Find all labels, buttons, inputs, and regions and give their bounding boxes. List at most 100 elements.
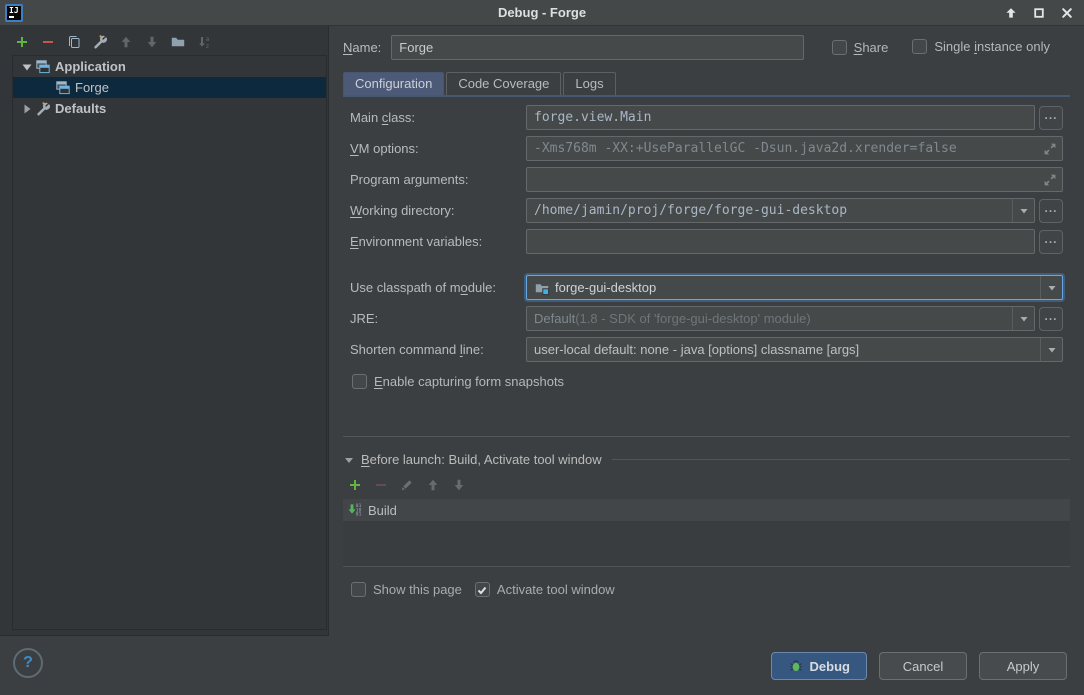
working-directory-browse-button[interactable]: ... [1039,199,1063,223]
single-instance-checkbox[interactable]: Single instance only [912,39,1050,54]
jre-combobox[interactable]: Default (1.8 - SDK of 'forge-gui-desktop… [526,306,1035,331]
combo-arrow-icon [1047,283,1057,293]
expanded-arrow-icon [19,59,35,75]
wrench-icon [92,34,108,50]
name-row: Name: Share Single instance only [343,35,1070,60]
tree-item-defaults[interactable]: Defaults [13,98,326,119]
jre-value: Default [534,311,575,326]
collapse-arrow-icon[interactable] [343,454,355,466]
use-classpath-dropdown-arrow[interactable] [1040,276,1062,299]
environment-variables-browse-button[interactable]: ... [1039,230,1063,254]
help-button[interactable]: ? [13,648,43,678]
enable-capturing-form-snapshots-checkbox[interactable]: Enable capturing form snapshots [352,374,564,389]
checkbox-unchecked-icon[interactable] [912,39,927,54]
show-this-page-checkbox-label: Show this page [373,582,462,597]
copy-button[interactable] [65,33,82,50]
shade-icon [1003,5,1019,21]
titlebar: IJ Debug - Forge [0,0,1084,26]
maximize-button[interactable] [1030,4,1048,22]
list-divider [343,566,1070,567]
checkbox-unchecked-icon[interactable] [832,40,847,55]
configurations-tree: ApplicationForge Defaults [12,55,327,630]
run-debug-configurations-dialog: IJ Debug - Forge az ApplicationForge Defa… [0,0,1084,695]
footer-checkboxes: Show this page Activate tool window [351,582,1084,597]
configurations-toolbar: az [13,33,328,50]
before-launch-title: Before launch: Build, Activate tool wind… [361,452,602,467]
edit-defaults-button[interactable] [91,33,108,50]
sort-alphabetically-icon: az [196,34,212,50]
shorten-command-line-dropdown-arrow[interactable] [1040,338,1062,361]
single-instance-checkbox-label: Single instance only [934,39,1050,54]
shorten-command-line-value: user-local default: none - java [options… [534,342,859,357]
wrench-icon [35,101,51,117]
maximize-icon [1031,5,1047,21]
cancel-button[interactable]: Cancel [879,652,967,680]
vm-options-expand-button[interactable] [1038,137,1062,160]
move-up-icon [425,477,441,493]
activate-tool-window-checkbox[interactable]: Activate tool window [475,582,615,597]
folder-icon [170,34,186,50]
tab-code-coverage[interactable]: Code Coverage [446,72,561,95]
vm-options-field[interactable]: -Xms768m -XX:+UseParallelGC -Dsun.java2d… [526,136,1063,161]
build-icon: 011001 [346,502,362,518]
tree-item-forge[interactable]: Forge [13,77,326,98]
close-button[interactable] [1058,4,1076,22]
vm-options-value: -Xms768m -XX:+UseParallelGC -Dsun.java2d… [534,141,957,156]
add-button[interactable] [13,33,30,50]
shade-button[interactable] [1002,4,1020,22]
expand-icon [1042,172,1058,188]
tab-logs[interactable]: Logs [563,72,615,95]
program-arguments-expand-button[interactable] [1038,168,1062,191]
checkbox-checked-icon[interactable] [475,582,490,597]
environment-variables-field[interactable] [526,229,1035,254]
remove-button[interactable] [39,33,56,50]
enable-capturing-form-snapshots-checkbox-label: Enable capturing form snapshots [374,374,564,389]
environment-variables-label: Environment variables: [350,234,526,249]
before-launch-toolbar [346,476,1084,493]
program-arguments-field[interactable] [526,167,1063,192]
main-class-field[interactable]: forge.view.Main [526,105,1035,130]
vm-options-label: VM options: [350,141,526,156]
apply-button[interactable]: Apply [979,652,1067,680]
shorten-command-line-row: Shorten command line:user-local default:… [350,337,1084,362]
add-task-button[interactable] [346,476,363,493]
move-up-button [117,33,134,50]
environment-variables-row: Environment variables:... [350,229,1084,254]
configuration-editor: Name: Share Single instance only Configu… [330,26,1084,695]
jre-browse-button[interactable]: ... [1039,307,1063,331]
working-directory-dropdown-arrow[interactable] [1012,199,1034,222]
use-classpath-label: Use classpath of module: [350,280,526,295]
share-checkbox[interactable]: Share [832,40,889,55]
debug-bug-icon [788,658,804,674]
jre-value-detail: (1.8 - SDK of 'forge-gui-desktop' module… [575,311,810,326]
configurations-sidebar: az ApplicationForge Defaults [0,26,329,636]
jre-dropdown-arrow[interactable] [1012,307,1034,330]
svg-text:01: 01 [356,512,362,518]
tree-item-application[interactable]: Application [13,56,326,77]
debug-button[interactable]: Debug [771,652,867,680]
main-class-browse-button[interactable]: ... [1039,106,1063,130]
before-launch-item-label: Build [368,503,397,518]
name-input[interactable] [391,35,804,60]
show-this-page-checkbox[interactable]: Show this page [351,582,462,597]
before-launch-header: Before launch: Build, Activate tool wind… [343,452,1070,467]
new-folder-button[interactable] [169,33,186,50]
checkbox-unchecked-icon[interactable] [352,374,367,389]
working-directory-value: /home/jamin/proj/forge/forge-gui-desktop [534,203,847,218]
working-directory-field[interactable]: /home/jamin/proj/forge/forge-gui-desktop [526,198,1035,223]
use-classpath-combobox[interactable]: forge-gui-desktop [526,275,1063,300]
program-arguments-row: Program arguments: [350,167,1084,192]
svg-text:a: a [205,36,209,43]
shorten-command-line-combobox[interactable]: user-local default: none - java [options… [526,337,1063,362]
before-launch-item-build[interactable]: 011001 Build [343,499,1070,521]
use-classpath-value: forge-gui-desktop [555,280,656,295]
tree-item-label: Defaults [55,101,106,116]
edit-task-button [398,476,415,493]
add-icon [14,34,30,50]
tab-configuration[interactable]: Configuration [343,72,444,95]
checkbox-unchecked-icon[interactable] [351,582,366,597]
activate-tool-window-checkbox-label: Activate tool window [497,582,615,597]
module-icon [534,280,550,296]
working-directory-label: Working directory: [350,203,526,218]
jre-row: JRE:Default (1.8 - SDK of 'forge-gui-des… [350,306,1084,331]
